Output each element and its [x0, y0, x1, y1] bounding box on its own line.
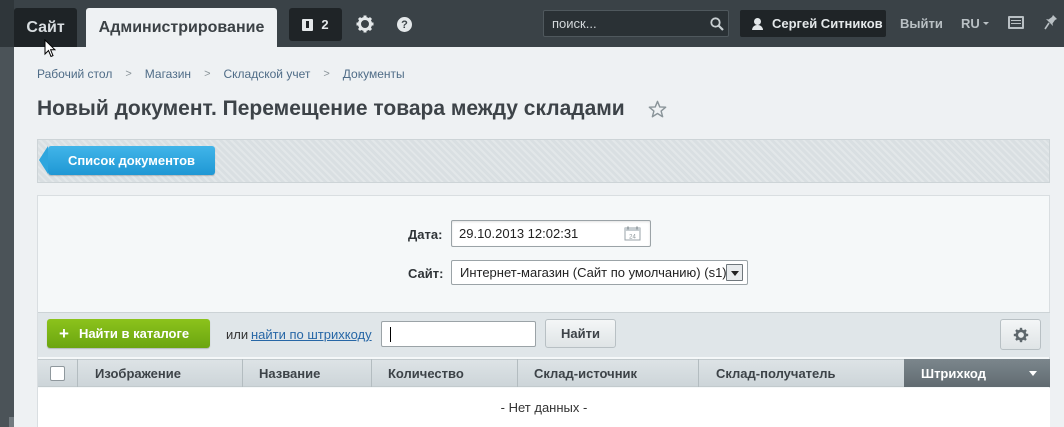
calendar-icon[interactable]: 24 — [624, 226, 641, 241]
column-name[interactable]: Название — [259, 359, 320, 387]
notifications-button[interactable]: 2 — [289, 8, 342, 41]
search-box[interactable] — [543, 10, 729, 37]
column-image[interactable]: Изображение — [95, 359, 181, 387]
left-panel-edge — [0, 47, 14, 427]
plus-icon: + — [59, 324, 69, 343]
date-label: Дата: — [408, 227, 443, 242]
pin-icon[interactable] — [1044, 14, 1058, 30]
column-quantity[interactable]: Количество — [388, 359, 464, 387]
keyboard-icon[interactable] — [1008, 16, 1024, 29]
search-input[interactable] — [544, 11, 704, 36]
breadcrumb-item-shop[interactable]: Магазин — [145, 67, 191, 81]
tab-administration[interactable]: Администрирование — [86, 8, 277, 47]
find-in-catalog-label: Найти в каталоге — [78, 326, 190, 341]
topbar-left-strip — [0, 0, 14, 47]
svg-text:24: 24 — [629, 235, 636, 241]
select-arrow-icon[interactable] — [726, 264, 743, 281]
date-field[interactable]: 29.10.2013 12:02:31 — [451, 220, 651, 247]
column-target-warehouse[interactable]: Склад-получатель — [716, 359, 836, 387]
find-by-barcode-link[interactable]: найти по штрихкоду — [251, 327, 372, 342]
site-select[interactable]: Интернет-магазин (Сайт по умолчанию) (s1… — [451, 260, 748, 285]
language-selector[interactable]: RU — [961, 16, 980, 31]
notifications-count: 2 — [321, 17, 329, 32]
user-menu-button[interactable]: Сергей Ситников — [740, 10, 886, 37]
logout-link[interactable]: Выйти — [900, 16, 943, 31]
settings-icon — [1013, 327, 1029, 343]
column-separator — [517, 359, 518, 387]
cursor-icon — [44, 39, 56, 58]
help-icon[interactable]: ? — [397, 17, 412, 32]
find-button[interactable]: Найти — [545, 319, 616, 348]
barcode-input[interactable] — [381, 321, 536, 347]
breadcrumb-item-inventory[interactable]: Складской учет — [224, 67, 311, 81]
page-title: Новый документ. Перемещение товара между… — [37, 97, 625, 120]
documents-list-button[interactable]: Список документов — [39, 146, 215, 175]
column-barcode[interactable]: Штрихкод — [921, 359, 986, 387]
column-source-warehouse[interactable]: Склад-источник — [534, 359, 637, 387]
user-icon — [752, 17, 763, 30]
find-in-catalog-button[interactable]: + Найти в каталоге — [47, 319, 210, 348]
star-icon[interactable] — [648, 100, 667, 119]
column-separator — [242, 359, 243, 387]
table-settings-button[interactable] — [1000, 319, 1041, 350]
chevron-down-icon — [983, 22, 989, 25]
site-label: Сайт: — [408, 266, 444, 281]
breadcrumb-item-desktop[interactable]: Рабочий стол — [37, 67, 112, 81]
column-separator — [371, 359, 372, 387]
select-all-checkbox[interactable] — [50, 366, 65, 381]
or-text: или — [226, 327, 249, 342]
column-separator — [77, 359, 78, 387]
breadcrumb-separator: > — [125, 68, 132, 80]
breadcrumb-item-documents[interactable]: Документы — [343, 67, 405, 81]
user-name: Сергей Ситников — [772, 16, 883, 31]
breadcrumb: Рабочий стол > Магазин > Складской учет … — [37, 67, 405, 81]
column-separator — [698, 359, 699, 387]
gear-icon[interactable] — [355, 14, 375, 34]
sort-arrow-icon — [1029, 371, 1037, 376]
empty-table-message: - Нет данных - — [38, 388, 1050, 427]
search-icon[interactable] — [710, 17, 724, 31]
breadcrumb-separator: > — [204, 68, 211, 80]
breadcrumb-separator: > — [323, 68, 330, 80]
notification-icon — [302, 18, 314, 31]
